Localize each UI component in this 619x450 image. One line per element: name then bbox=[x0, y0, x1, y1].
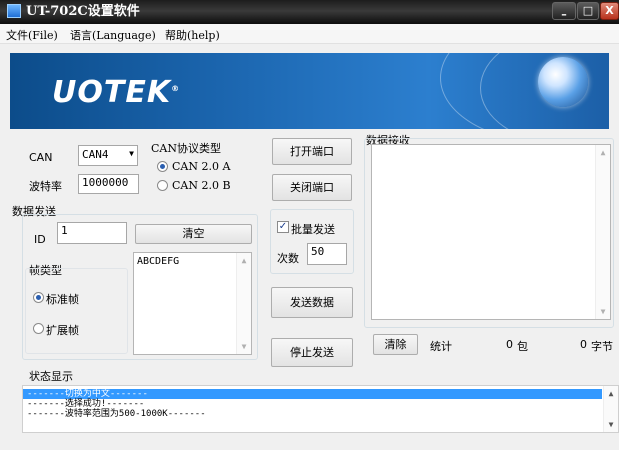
batch-send-label: 批量发送 bbox=[291, 223, 335, 236]
scroll-down-icon: ▼ bbox=[600, 307, 606, 316]
status-line: -------波特率范围为500-1000K------- bbox=[27, 409, 206, 419]
count-label: 次数 bbox=[277, 252, 299, 265]
can20a-radio[interactable] bbox=[157, 161, 168, 172]
close-button[interactable]: X bbox=[600, 2, 619, 20]
clear-receive-button[interactable]: 清除 bbox=[373, 334, 418, 355]
send-data-text: ABCDEFG bbox=[137, 256, 180, 267]
status-line: -------选择成功!------- bbox=[27, 399, 145, 409]
can-port-value: CAN4 bbox=[82, 148, 109, 161]
close-icon: X bbox=[605, 4, 614, 17]
title-bar[interactable]: UT-702C设置软件 – □ X bbox=[0, 0, 619, 24]
brand-logo: UOTEK® bbox=[52, 75, 181, 110]
byte-unit: 字节 bbox=[591, 340, 613, 353]
packet-unit: 包 bbox=[517, 340, 528, 353]
receive-data-scrollbar[interactable]: ▲ ▼ bbox=[595, 145, 610, 319]
extended-frame-radio[interactable] bbox=[33, 323, 44, 334]
baud-label: 波特率 bbox=[29, 180, 62, 193]
protocol-group-title: CAN协议类型 bbox=[151, 142, 221, 155]
standard-frame-radio[interactable] bbox=[33, 292, 44, 303]
can20b-radio[interactable] bbox=[157, 180, 168, 191]
scroll-up-icon: ▲ bbox=[608, 389, 614, 398]
window-title: UT-702C设置软件 bbox=[26, 4, 140, 19]
can-port-select[interactable]: CAN4 ▼ bbox=[78, 145, 138, 166]
menu-bar: 文件(File) 语言(Language) 帮助(help) bbox=[0, 24, 619, 44]
batch-send-checkbox[interactable]: ✓ bbox=[277, 221, 289, 233]
send-data-button[interactable]: 发送数据 bbox=[271, 287, 353, 318]
maximize-icon: □ bbox=[582, 4, 594, 17]
scroll-down-icon: ▼ bbox=[608, 420, 614, 429]
status-log[interactable]: -------切换为中文------- -------选择成功!------- … bbox=[22, 385, 619, 433]
byte-count: 0 bbox=[580, 338, 587, 351]
standard-frame-label: 标准帧 bbox=[46, 293, 79, 306]
minimize-button[interactable]: – bbox=[552, 2, 576, 21]
menu-language[interactable]: 语言(Language) bbox=[70, 27, 156, 43]
scroll-up-icon: ▲ bbox=[600, 148, 606, 157]
globe-icon bbox=[538, 57, 588, 107]
close-port-button[interactable]: 关闭端口 bbox=[272, 174, 352, 201]
count-input[interactable]: 50 bbox=[307, 243, 347, 265]
chevron-down-icon: ▼ bbox=[129, 149, 134, 158]
app-window: UT-702C设置软件 – □ X 文件(File) 语言(Language) … bbox=[0, 0, 619, 450]
app-icon bbox=[7, 4, 21, 18]
menu-file[interactable]: 文件(File) bbox=[6, 27, 58, 43]
frame-type-group bbox=[25, 268, 128, 354]
status-line: -------切换为中文------- bbox=[23, 389, 602, 399]
stop-send-button[interactable]: 停止发送 bbox=[271, 338, 353, 367]
packet-count: 0 bbox=[506, 338, 513, 351]
can-label: CAN bbox=[29, 151, 53, 164]
scroll-up-icon: ▲ bbox=[241, 256, 247, 265]
scroll-down-icon: ▼ bbox=[241, 342, 247, 351]
status-label: 状态显示 bbox=[29, 370, 73, 383]
stats-label: 统计 bbox=[430, 340, 452, 353]
receive-data-textarea[interactable]: ▲ ▼ bbox=[371, 144, 611, 320]
status-log-scrollbar[interactable]: ▲ ▼ bbox=[603, 386, 618, 432]
can20a-label: CAN 2.0 A bbox=[172, 160, 231, 173]
id-label: ID bbox=[34, 233, 46, 246]
menu-help[interactable]: 帮助(help) bbox=[165, 27, 220, 43]
header-banner: UOTEK® bbox=[10, 53, 609, 129]
clear-send-button[interactable]: 清空 bbox=[135, 224, 252, 244]
open-port-button[interactable]: 打开端口 bbox=[272, 138, 352, 165]
minimize-icon: – bbox=[561, 8, 567, 21]
can20b-label: CAN 2.0 B bbox=[172, 179, 231, 192]
send-data-scrollbar[interactable]: ▲ ▼ bbox=[236, 253, 251, 354]
baud-rate-input[interactable]: 1000000 bbox=[78, 174, 139, 194]
send-data-textarea[interactable]: ABCDEFG ▲ ▼ bbox=[133, 252, 252, 355]
id-input[interactable]: 1 bbox=[57, 222, 127, 244]
maximize-button[interactable]: □ bbox=[577, 2, 599, 20]
extended-frame-label: 扩展帧 bbox=[46, 324, 79, 337]
